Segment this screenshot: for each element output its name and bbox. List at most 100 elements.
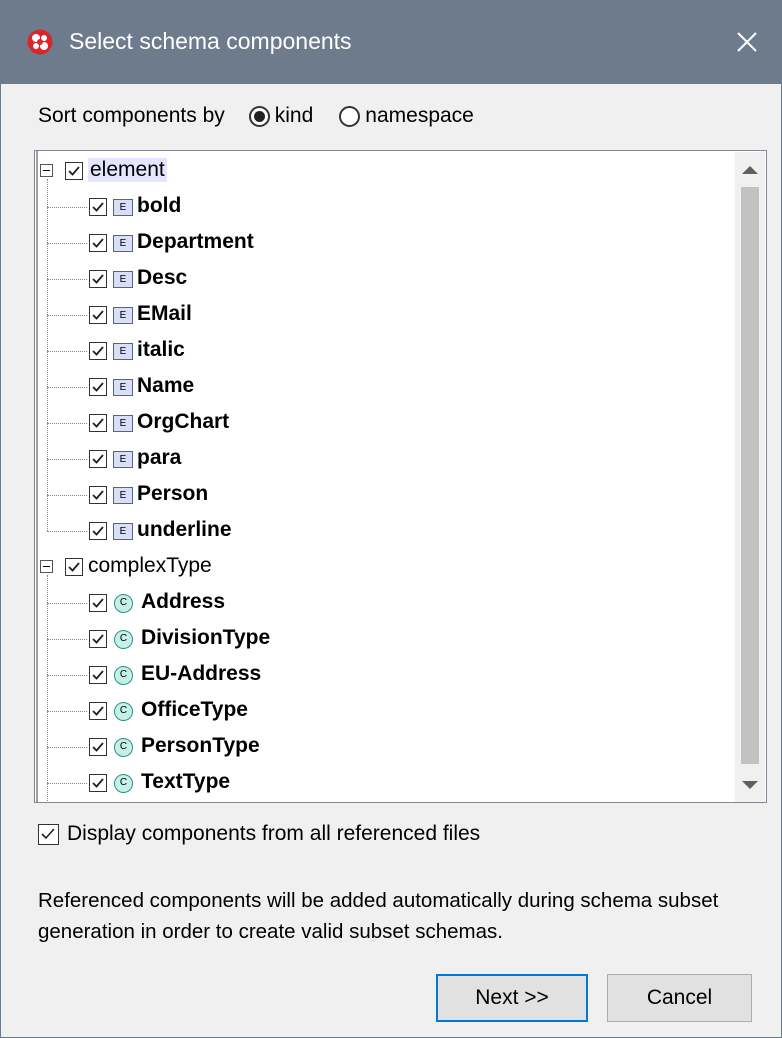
scroll-up-icon[interactable] <box>742 166 758 174</box>
checkmark-icon <box>92 274 104 284</box>
tree-item-label: Desc <box>137 266 188 289</box>
item-checkbox[interactable] <box>89 414 107 432</box>
tree-group-label: element <box>88 158 167 182</box>
tree-item-label: Person <box>137 482 209 505</box>
element-type-icon: E <box>113 487 133 504</box>
tree-item[interactable]: E Desc <box>35 261 725 297</box>
checkmark-icon <box>92 634 104 644</box>
tree-item[interactable]: C DivisionType <box>35 621 725 657</box>
checkmark-icon <box>92 706 104 716</box>
tree-item[interactable]: E EMail <box>35 297 725 333</box>
scrollbar-thumb[interactable] <box>741 187 759 764</box>
element-type-icon: E <box>113 307 133 324</box>
checkmark-icon <box>92 310 104 320</box>
tree-item[interactable]: E Person <box>35 477 725 513</box>
item-checkbox[interactable] <box>89 738 107 756</box>
element-type-icon: E <box>113 235 133 252</box>
checkmark-icon <box>41 827 55 839</box>
checkmark-icon <box>92 238 104 248</box>
collapse-icon[interactable] <box>40 164 53 177</box>
tree-item[interactable]: Epara <box>35 441 725 477</box>
kind-radio-label: kind <box>274 104 314 127</box>
complex-type-icon: C <box>114 666 133 685</box>
title-bar: Select schema components <box>1 0 782 84</box>
tree-group-element[interactable]: element <box>35 153 725 189</box>
tree-item-label: Department <box>137 230 254 253</box>
checkmark-icon <box>92 598 104 608</box>
checkmark-icon <box>92 490 104 500</box>
tree-item-label: TextType <box>141 770 231 793</box>
tree-item[interactable]: C Address <box>35 585 725 621</box>
info-message: Referenced components will be added auto… <box>38 889 719 943</box>
sort-by-label: Sort components by <box>38 104 225 127</box>
element-type-icon: E <box>113 415 133 432</box>
group-checkbox[interactable] <box>65 162 83 180</box>
checkmark-icon <box>92 382 104 392</box>
tree-group-complextype[interactable]: complexType <box>35 549 725 585</box>
item-checkbox[interactable] <box>89 522 107 540</box>
display-all-files-row[interactable]: Display components from all referenced f… <box>38 822 480 846</box>
dialog-window: Select schema components Sort components… <box>0 0 782 1038</box>
namespace-radio-label: namespace <box>365 104 474 127</box>
close-button[interactable] <box>711 0 782 84</box>
complex-type-icon: C <box>114 738 133 757</box>
tree-item[interactable]: Ebold <box>35 189 725 225</box>
tree-item-label: OfficeType <box>141 698 248 721</box>
item-checkbox[interactable] <box>89 270 107 288</box>
item-checkbox[interactable] <box>89 378 107 396</box>
kind-radio[interactable] <box>248 105 270 127</box>
item-checkbox[interactable] <box>89 486 107 504</box>
next-button[interactable]: Next >> <box>436 974 588 1022</box>
checkmark-icon <box>68 166 80 176</box>
tree-item[interactable]: E Name <box>35 369 725 405</box>
element-type-icon: E <box>113 199 133 216</box>
tree-item[interactable]: Eitalic <box>35 333 725 369</box>
tree-item-label: bold <box>137 194 182 217</box>
tree-item[interactable]: C EU-Address <box>35 657 725 693</box>
checkmark-icon <box>92 346 104 356</box>
checkmark-icon <box>68 562 80 572</box>
group-checkbox[interactable] <box>65 558 83 576</box>
complex-type-icon: C <box>114 630 133 649</box>
item-checkbox[interactable] <box>89 342 107 360</box>
display-all-files-checkbox[interactable] <box>38 823 59 845</box>
sort-option-kind[interactable]: kind <box>248 104 314 128</box>
app-logo-icon <box>27 29 53 55</box>
item-checkbox[interactable] <box>89 306 107 324</box>
checkmark-icon <box>92 526 104 536</box>
tree-item-label: Address <box>141 590 226 613</box>
component-tree[interactable]: element Ebold E Department E Desc E EMail Eitali… <box>34 150 767 803</box>
tree-item[interactable]: C PersonType <box>35 729 725 765</box>
tree-item[interactable]: C TextType <box>35 765 725 801</box>
item-checkbox[interactable] <box>89 234 107 252</box>
item-checkbox[interactable] <box>89 594 107 612</box>
tree-item[interactable]: E Department <box>35 225 725 261</box>
sort-option-namespace[interactable]: namespace <box>339 104 474 128</box>
element-type-icon: E <box>113 451 133 468</box>
item-checkbox[interactable] <box>89 702 107 720</box>
tree-item[interactable]: Eunderline <box>35 513 725 549</box>
tree-item[interactable]: C OfficeType <box>35 693 725 729</box>
tree-scrollbar[interactable] <box>735 152 765 802</box>
item-checkbox[interactable] <box>89 666 107 684</box>
cancel-button[interactable]: Cancel <box>607 974 752 1022</box>
checkmark-icon <box>92 742 104 752</box>
complex-type-icon: C <box>114 774 133 793</box>
tree-item[interactable]: E OrgChart <box>35 405 725 441</box>
item-checkbox[interactable] <box>89 450 107 468</box>
element-type-icon: E <box>113 523 133 540</box>
tree-item-label: DivisionType <box>141 626 271 649</box>
checkmark-icon <box>92 454 104 464</box>
element-type-icon: E <box>113 379 133 396</box>
tree-item-label: EMail <box>137 302 192 325</box>
item-checkbox[interactable] <box>89 774 107 792</box>
item-checkbox[interactable] <box>89 198 107 216</box>
collapse-icon[interactable] <box>40 560 53 573</box>
close-icon <box>737 32 757 52</box>
tree-item-label: italic <box>137 338 185 361</box>
scroll-down-icon[interactable] <box>742 781 758 789</box>
namespace-radio[interactable] <box>339 105 361 127</box>
display-all-files-label: Display components from all referenced f… <box>67 822 481 845</box>
item-checkbox[interactable] <box>89 630 107 648</box>
complex-type-icon: C <box>114 594 133 613</box>
